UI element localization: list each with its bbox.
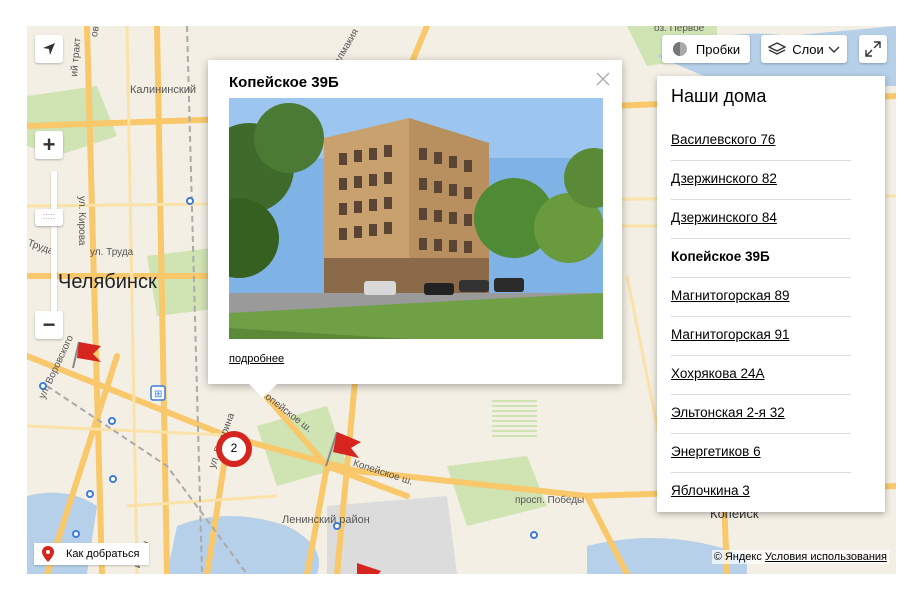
- kalininsky-label: Калининский: [130, 84, 196, 96]
- list-item[interactable]: Дзержинского 82: [671, 161, 851, 200]
- zoom-in-button[interactable]: +: [35, 131, 63, 159]
- list-item[interactable]: Магнитогорская 91: [671, 317, 851, 356]
- arrow-locate-icon: [43, 43, 55, 55]
- zoom-handle-grip: :::::: [42, 211, 56, 221]
- cluster-count: 2: [230, 441, 238, 455]
- popup-title: Копейское 39Б: [229, 74, 339, 91]
- list-item-label: Василевского 76: [671, 132, 776, 147]
- list-item-label: Эльтонская 2-я 32: [671, 405, 785, 420]
- popup-tail: [249, 384, 277, 398]
- zoom-slider-handle[interactable]: :::::: [35, 209, 63, 226]
- expand-icon: [865, 41, 881, 57]
- list-item-label: Дзержинского 82: [671, 171, 777, 186]
- list-item-label: Дзержинского 84: [671, 210, 777, 225]
- flag-marker-icon[interactable]: [323, 428, 363, 468]
- lake-label: оз. Первое: [654, 26, 705, 34]
- fullscreen-button[interactable]: [859, 35, 887, 63]
- zoom-slider-track[interactable]: [51, 171, 57, 331]
- list-item-label: Яблочкина 3: [671, 483, 750, 498]
- list-item[interactable]: Дзержинского 84: [671, 200, 851, 239]
- traffic-label: Пробки: [695, 41, 741, 57]
- terms-link[interactable]: Условия использования: [765, 551, 887, 563]
- district-label: Ленинский район: [282, 514, 370, 526]
- list-item[interactable]: Эльтонская 2-я 32: [671, 395, 851, 434]
- street-truda-label: ул. Труда: [90, 247, 134, 258]
- list-item[interactable]: Яблочкина 3: [671, 473, 851, 511]
- city-label: Челябинск: [58, 271, 157, 293]
- map-container[interactable]: ⊞ Челябинск Ленинский район Копейск Кали…: [27, 26, 896, 574]
- panel-title: Наши дома: [671, 86, 767, 106]
- list-item-label: Магнитогорская 91: [671, 327, 790, 342]
- list-item[interactable]: Хохрякова 24А: [671, 356, 851, 395]
- list-item-label: Копейское 39Б: [671, 249, 770, 264]
- location-pin-icon: [42, 546, 54, 562]
- svg-text:⊞: ⊞: [154, 389, 162, 400]
- chevron-down-icon: [828, 46, 840, 53]
- building-photo: [229, 98, 603, 339]
- zoom-out-button[interactable]: −: [35, 311, 63, 339]
- copyright: © Яндекс Условия использования: [711, 550, 889, 564]
- houses-list-panel: Наши дома Василевского 76 Дзержинского 82…: [657, 76, 885, 512]
- layers-button[interactable]: Слои: [761, 35, 847, 63]
- street-kirova-label: ул. Кирова: [76, 196, 87, 246]
- traffic-icon: [672, 42, 687, 56]
- route-label: Как добраться: [66, 548, 140, 560]
- balloon-popup: Копейское 39Б подробнее: [208, 60, 622, 384]
- houses-list: Василевского 76 Дзержинского 82 Дзержинско…: [671, 122, 851, 511]
- flag-marker-icon[interactable]: [71, 334, 105, 368]
- list-item[interactable]: Магнитогорская 89: [671, 278, 851, 317]
- more-details-link[interactable]: подробнее: [229, 353, 284, 365]
- list-item[interactable]: Копейское 39Б: [671, 239, 851, 278]
- minus-icon: −: [42, 312, 56, 337]
- building-photo-drawing: [229, 98, 603, 339]
- list-item[interactable]: Энергетиков 6: [671, 434, 851, 473]
- copyright-text: © Яндекс: [713, 551, 762, 563]
- layers-label: Слои: [792, 41, 824, 57]
- traffic-button[interactable]: Пробки: [662, 35, 750, 63]
- street-pobedy-label: просп. Победы: [515, 495, 585, 506]
- locate-button[interactable]: [35, 35, 63, 63]
- list-item-label: Хохрякова 24А: [671, 366, 765, 381]
- close-icon[interactable]: [594, 70, 612, 88]
- list-item-label: Магнитогорская 89: [671, 288, 790, 303]
- cluster-marker[interactable]: 2: [215, 430, 253, 468]
- plus-icon: +: [42, 132, 56, 157]
- layers-icon: [768, 42, 787, 55]
- route-button[interactable]: Как добраться: [34, 543, 149, 565]
- list-item[interactable]: Василевского 76: [671, 122, 851, 161]
- flag-marker-icon[interactable]: [353, 561, 383, 574]
- list-item-label: Энергетиков 6: [671, 444, 761, 459]
